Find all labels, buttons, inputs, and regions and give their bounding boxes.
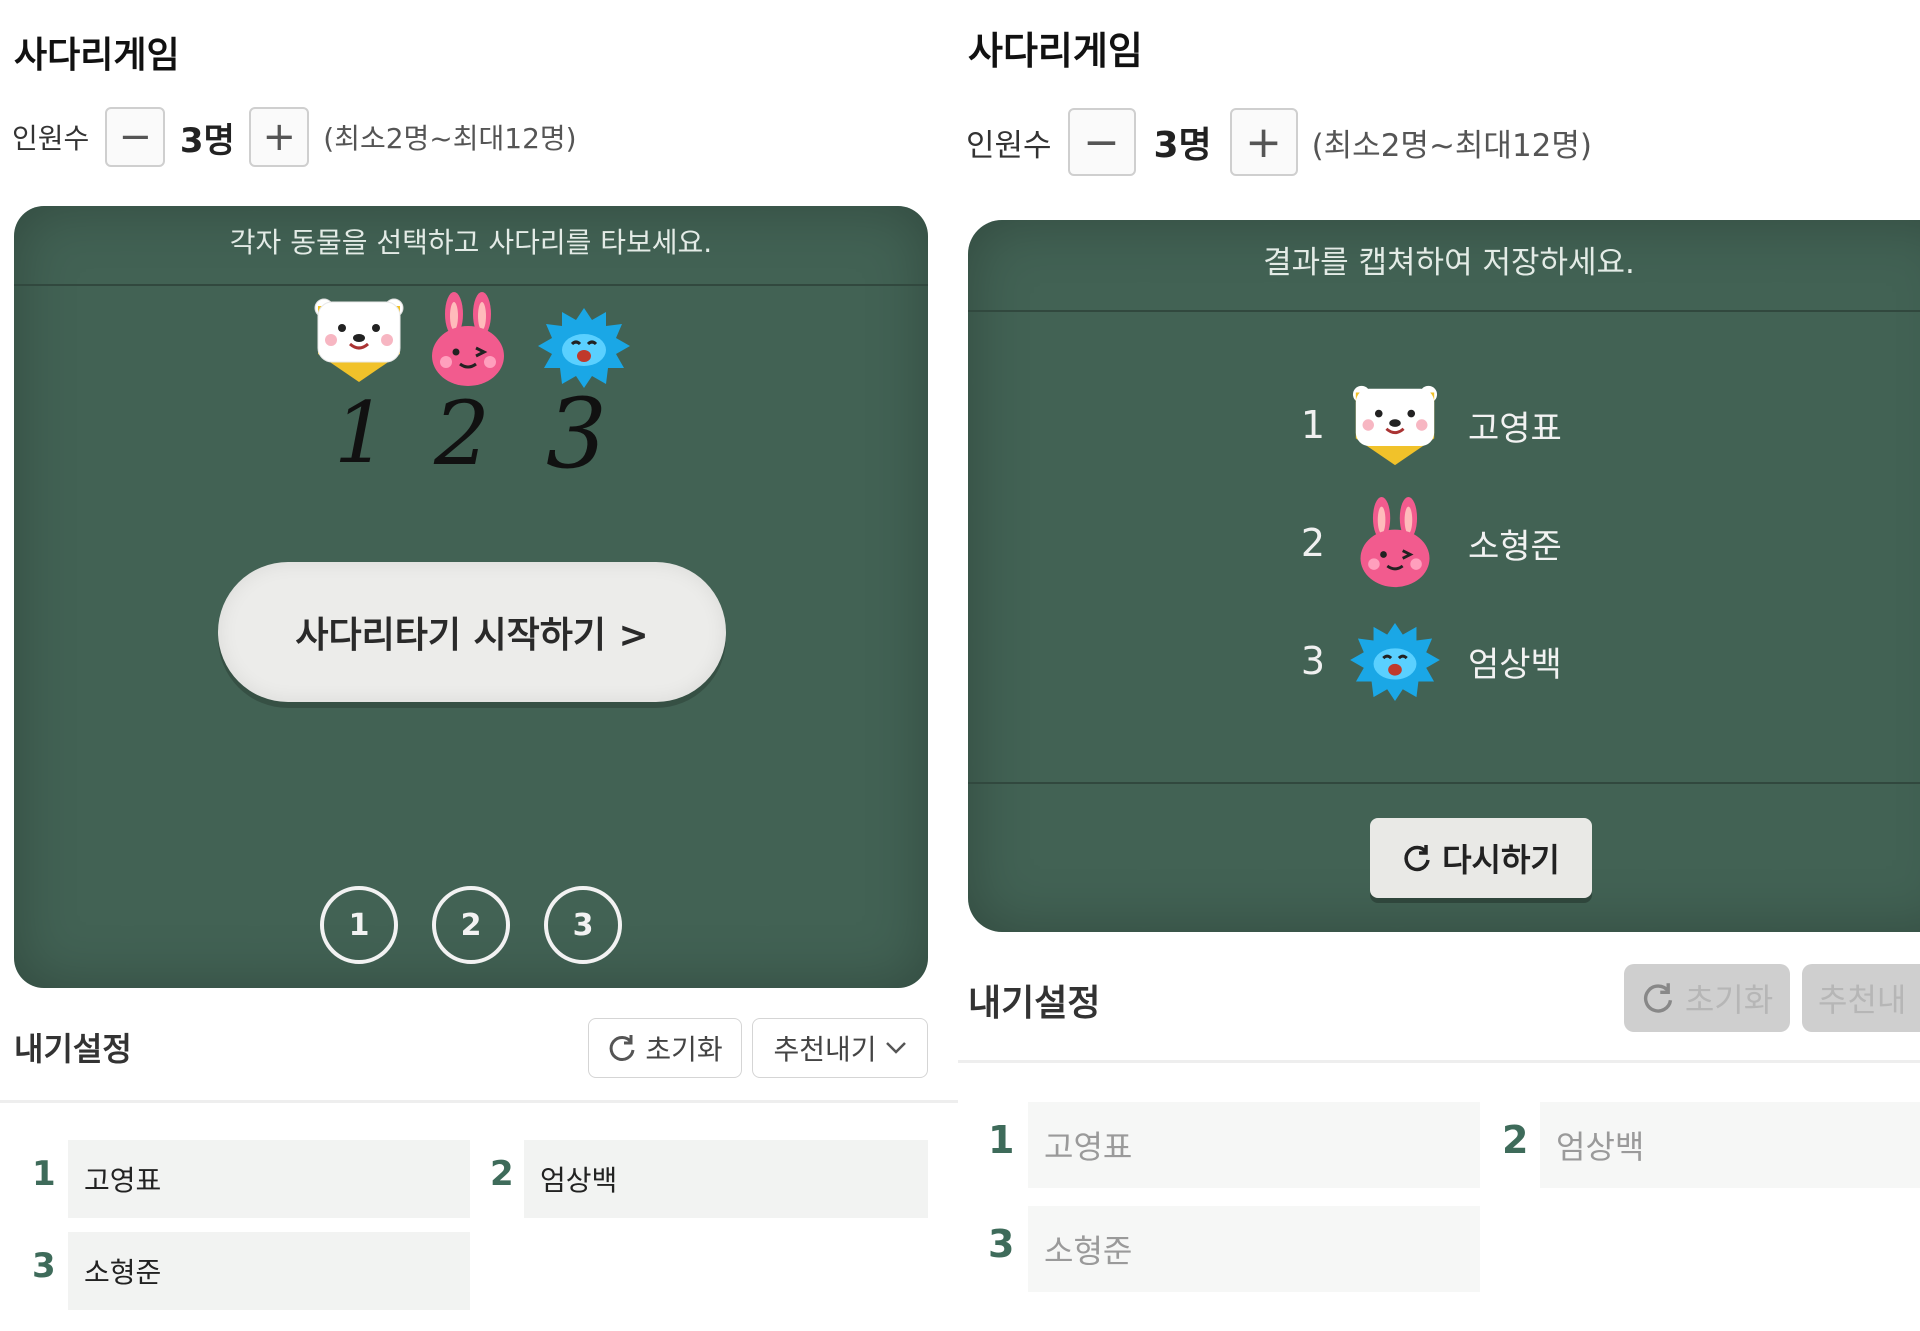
minus-icon: − (118, 114, 153, 160)
animal-number-1: 1 (334, 384, 388, 482)
bet-entry-field-1[interactable]: 고영표 (68, 1140, 470, 1218)
bottom-number-2[interactable]: 2 (432, 886, 510, 964)
retry-label: 다시하기 (1442, 841, 1560, 879)
page-title: 사다리게임 (968, 29, 1143, 73)
board-message: 각자 동물을 선택하고 사다리를 타보세요. (14, 206, 928, 286)
minus-icon: − (1083, 116, 1120, 168)
reset-button[interactable]: 초기화 (588, 1018, 742, 1078)
rabbit-icon[interactable] (428, 292, 508, 388)
board-divider (968, 782, 1920, 784)
bear-icon (1352, 385, 1438, 466)
count-value: 3명 (179, 120, 235, 161)
board-message: 결과를 캡쳐하여 저장하세요. (968, 220, 1920, 312)
animal-number-2: 2 (434, 382, 490, 485)
recommend-bet-dropdown[interactable]: 추천내 (1802, 964, 1920, 1032)
reset-button[interactable]: 초기화 (1624, 964, 1790, 1032)
plus-icon: + (262, 114, 297, 160)
bet-settings-title: 내기설정 (14, 1030, 132, 1068)
bottom-number-3[interactable]: 3 (544, 886, 622, 964)
section-divider (0, 1100, 958, 1103)
result-row-2: 2 소형준 (1288, 497, 1562, 588)
bet-settings-title: 내기설정 (968, 983, 1101, 1024)
result-number: 1 (1300, 403, 1326, 447)
result-board: 결과를 캡쳐하여 저장하세요. 1 고영표 2 소형준 3 엄상백 다시하기 (968, 220, 1920, 932)
participant-count-row: 인원수 − 3명 + (최소2명~최대12명) (966, 108, 1592, 176)
result-name: 소형준 (1468, 526, 1562, 567)
decrease-count-button[interactable]: − (105, 107, 166, 167)
page-title: 사다리게임 (14, 35, 180, 76)
section-divider (958, 1060, 1920, 1063)
decrease-count-button[interactable]: − (1067, 108, 1136, 176)
result-row-1: 1 고영표 (1288, 380, 1562, 470)
bottom-number-1[interactable]: 1 (320, 886, 398, 964)
left-screenshot: 사다리게임 인원수 − 3명 + (최소2명~최대12명) 각자 동물을 선택하… (0, 0, 958, 1331)
count-label: 인원수 (966, 127, 1052, 164)
count-label: 인원수 (12, 122, 90, 155)
bear-icon[interactable] (314, 294, 404, 386)
hedgehog-icon[interactable] (538, 306, 630, 388)
start-ladder-button[interactable]: 사다리타기 시작하기 > (218, 562, 726, 702)
recommend-bet-dropdown[interactable]: 추천내기 (752, 1018, 928, 1078)
refresh-icon (609, 1035, 635, 1061)
count-range-hint: (최소2명~최대12명) (323, 122, 577, 155)
result-name: 고영표 (1468, 408, 1562, 449)
plus-icon: + (1245, 116, 1282, 168)
result-number: 3 (1300, 639, 1326, 683)
entry-number-2: 2 (1502, 1118, 1529, 1162)
reset-label: 초기화 (645, 1033, 723, 1066)
hedgehog-icon (1350, 622, 1440, 701)
entry-number-1: 1 (988, 1118, 1015, 1162)
bet-entry-field-2[interactable]: 엄상백 (524, 1140, 928, 1218)
bet-entry-field-3[interactable]: 소형준 (68, 1232, 470, 1310)
result-name: 엄상백 (1468, 644, 1562, 685)
chevron-down-icon (885, 1042, 906, 1054)
recommend-label: 추천내기 (773, 1033, 877, 1066)
result-number: 2 (1300, 521, 1326, 565)
rabbit-icon (1360, 497, 1430, 588)
count-value: 3명 (1153, 125, 1212, 166)
count-range-hint: (최소2명~최대12명) (1311, 127, 1593, 164)
increase-count-button[interactable]: + (1229, 108, 1298, 176)
right-screenshot: 사다리게임 인원수 − 3명 + (최소2명~최대12명) 결과를 캡쳐하여 저… (958, 0, 1920, 1331)
result-row-3: 3 엄상백 (1288, 616, 1562, 706)
ladder-board: 각자 동물을 선택하고 사다리를 타보세요. 1 2 3 사다리타기 시작하기 … (14, 206, 928, 988)
bet-entry-field-2[interactable]: 엄상백 (1540, 1102, 1920, 1188)
reset-label: 초기화 (1684, 981, 1774, 1019)
animal-number-3: 3 (546, 378, 608, 490)
entry-number-3: 3 (988, 1222, 1015, 1266)
bet-entry-field-3[interactable]: 소형준 (1028, 1206, 1480, 1292)
increase-count-button[interactable]: + (249, 107, 310, 167)
retry-button[interactable]: 다시하기 (1370, 818, 1592, 898)
recommend-label: 추천내 (1818, 981, 1907, 1019)
entry-number-1: 1 (32, 1154, 56, 1194)
refresh-icon (1404, 845, 1430, 872)
refresh-icon (1643, 983, 1672, 1013)
entry-number-3: 3 (32, 1246, 56, 1286)
bet-entry-field-1[interactable]: 고영표 (1028, 1102, 1480, 1188)
entry-number-2: 2 (490, 1154, 514, 1194)
participant-count-row: 인원수 − 3명 + (최소2명~최대12명) (12, 106, 577, 168)
